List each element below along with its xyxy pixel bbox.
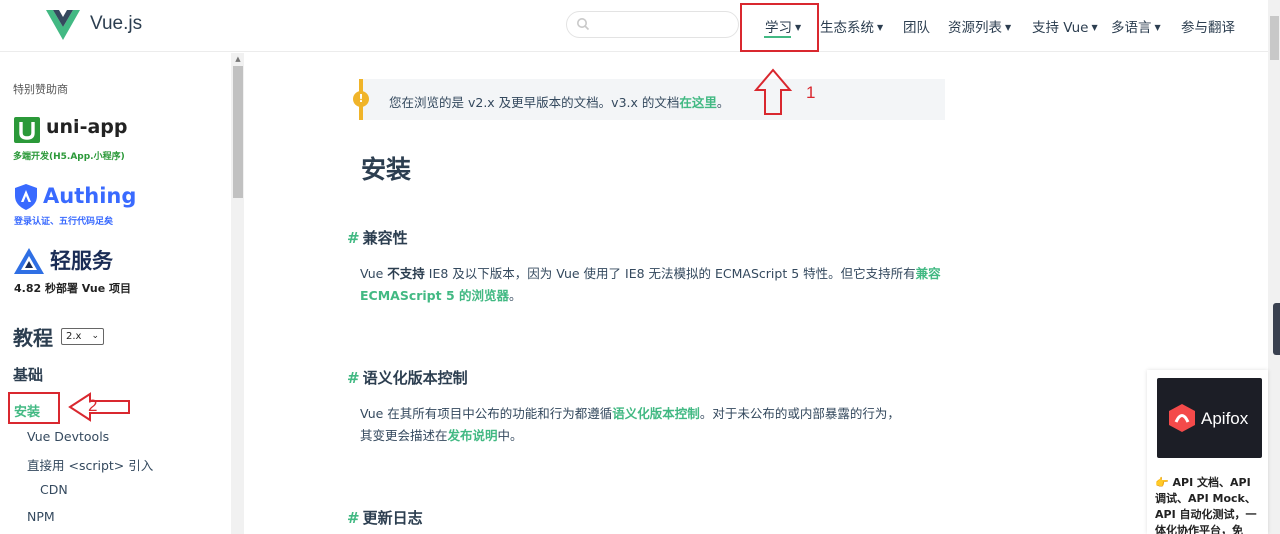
version-value: 2.x <box>66 331 82 342</box>
heading-changelog: # 更新日志 <box>347 507 423 528</box>
nav-translate[interactable]: 参与翻译 <box>1181 16 1235 36</box>
notice-message: 您在浏览的是 v2.x 及更早版本的文档。v3.x 的文档 <box>389 95 680 110</box>
warning-icon: ! <box>353 91 369 107</box>
heading-semver: # 语义化版本控制 <box>347 367 468 388</box>
side-floating-tab[interactable] <box>1273 303 1280 355</box>
nav-languages[interactable]: 多语言 ▼ <box>1111 16 1161 36</box>
tutorial-title: 教程 <box>13 326 53 350</box>
scroll-up-arrow-icon[interactable]: ▲ <box>233 55 243 63</box>
compatibility-paragraph: Vue 不支持 IE8 及以下版本，因为 Vue 使用了 IE8 无法模拟的 E… <box>360 263 941 307</box>
text: 中。 <box>497 428 523 443</box>
annotation-arrow-up-icon <box>753 68 793 115</box>
top-header: Vue.js 学习 ▼ 生态系统 ▼ 团队 资源列表 ▼ 支持 Vue ▼ 多语言 ▼ 参… <box>0 0 1268 52</box>
heading-text: 语义化版本控制 <box>362 369 468 387</box>
text: 。 <box>509 288 522 303</box>
heading-anchor-link[interactable]: # <box>347 229 360 247</box>
annotation-box-learn <box>740 3 819 52</box>
heading-anchor-link[interactable]: # <box>347 369 360 387</box>
authing-shield-icon[interactable] <box>13 183 39 211</box>
sidebar-item-vue-devtools[interactable]: Vue Devtools <box>27 429 109 444</box>
sidebar-item-cdn[interactable]: CDN <box>40 482 68 497</box>
nav-ecosystem[interactable]: 生态系统 ▼ <box>820 16 883 36</box>
apifox-logo-icon <box>1169 404 1195 432</box>
heading-text: 更新日志 <box>362 509 423 527</box>
text: Vue 在其所有项目中公布的功能和行为都遵循 <box>360 406 613 421</box>
nav-resources[interactable]: 资源列表 ▼ <box>948 16 1011 36</box>
page-title: 安装 <box>361 155 412 184</box>
sidebar-item-script-include[interactable]: 直接用 <script> 引入 <box>27 455 153 474</box>
bold-not-supported: 不支持 <box>387 266 425 281</box>
search-icon <box>577 18 590 31</box>
heading-anchor-link[interactable]: # <box>347 509 360 527</box>
chevron-down-icon: ⌄ <box>91 331 99 341</box>
notice-suffix: 。 <box>716 95 730 110</box>
text: Vue <box>360 266 388 281</box>
notice-v3-link[interactable]: 在这里 <box>679 95 717 110</box>
sidebar-scrollbar-thumb[interactable] <box>233 66 243 198</box>
text: 。对于未公布的或内部暴露的行为， <box>699 406 900 421</box>
sidebar-item-npm[interactable]: NPM <box>27 509 55 524</box>
caret-down-icon: ▼ <box>1005 23 1012 32</box>
es5-browsers-link[interactable]: ECMAScript 5 的浏览器 <box>360 288 509 303</box>
text: IE8 及以下版本，因为 Vue 使用了 IE8 无法模拟的 ECMAScrip… <box>424 266 916 281</box>
caret-down-icon: ▼ <box>1091 23 1098 32</box>
sponsor-qingfuwu-tagline: 4.82 秒部署 Vue 项目 <box>14 282 132 295</box>
sidebar: 特别赞助商 uni-app 多端开发(H5.App.小程序) Authing 登… <box>0 53 231 534</box>
text: 其变更会描述在 <box>360 428 448 443</box>
release-notes-link[interactable]: 发布说明 <box>448 428 498 443</box>
ad-description[interactable]: 👉 API 文档、API 调试、API Mock、API 自动化测试，一体化协作… <box>1155 475 1265 534</box>
version-select[interactable]: 2.x ⌄ <box>61 328 104 345</box>
notice-text: 您在浏览的是 v2.x 及更早版本的文档。v3.x 的文档在这里。 <box>389 92 729 111</box>
search-input[interactable] <box>566 11 739 38</box>
nav-team[interactable]: 团队 <box>903 16 930 36</box>
sponsor-uni-app-tagline: 多端开发(H5.App.小程序) <box>13 152 125 162</box>
heading-text: 兼容性 <box>362 229 408 247</box>
annotation-arrow-left-icon <box>68 392 130 422</box>
sponsor-authing-tagline: 登录认证、五行代码足矣 <box>14 217 114 227</box>
es5-browsers-link[interactable]: 兼容 <box>916 266 941 281</box>
caret-down-icon: ▼ <box>1154 23 1161 32</box>
semver-paragraph: Vue 在其所有项目中公布的功能和行为都遵循语义化版本控制。对于未公布的或内部暴… <box>360 403 900 447</box>
nav-support-vue[interactable]: 支持 Vue ▼ <box>1032 16 1098 36</box>
semver-link[interactable]: 语义化版本控制 <box>612 406 700 421</box>
heading-compatibility: # 兼容性 <box>347 227 408 248</box>
brand-name[interactable]: Vue.js <box>90 13 142 35</box>
sponsor-label: 特别赞助商 <box>13 83 68 96</box>
annotation-box-install <box>8 392 60 424</box>
caret-down-icon: ▼ <box>877 23 884 32</box>
annotation-number-1: 1 <box>806 83 816 102</box>
ad-brand-name: Apifox <box>1201 409 1249 428</box>
annotation-number-2: 2 <box>88 396 98 415</box>
qingfuwu-logo-icon[interactable] <box>13 246 45 276</box>
sponsor-qingfuwu-name[interactable]: 轻服务 <box>50 245 113 275</box>
vue-logo-icon[interactable] <box>46 10 80 40</box>
page-scrollbar-thumb[interactable] <box>1270 16 1279 60</box>
sponsor-authing-name[interactable]: Authing <box>43 184 136 208</box>
uni-app-logo-icon[interactable] <box>14 117 40 143</box>
page-scrollbar[interactable] <box>1268 0 1280 534</box>
section-basics: 基础 <box>13 366 44 384</box>
sponsor-uni-app-name[interactable]: uni-app <box>46 116 127 138</box>
